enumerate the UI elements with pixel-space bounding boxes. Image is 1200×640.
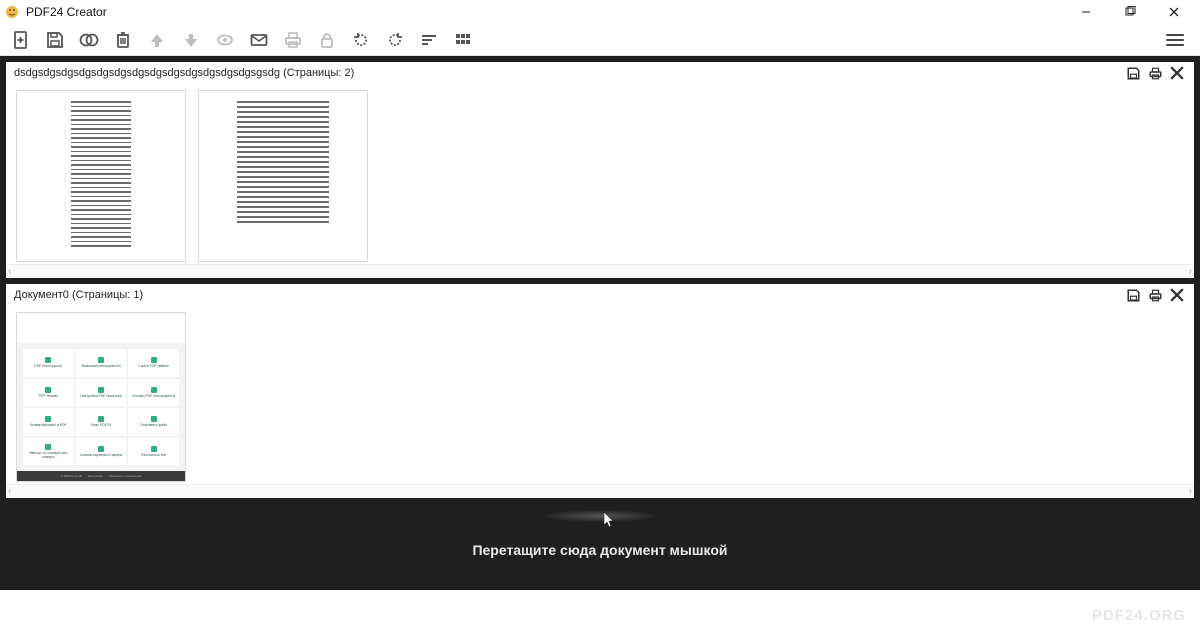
- scroll-left-icon[interactable]: ‹: [8, 486, 11, 497]
- horizontal-scrollbar[interactable]: ‹ ›: [6, 484, 1194, 498]
- doc-save-button[interactable]: [1124, 286, 1142, 304]
- document-header: dsdgsdgsdgsdgsdgsdgsdgsdgsdgsdgsdgsdgsdg…: [6, 62, 1194, 84]
- launcher-grid: PDF Конструктор Файловые инструменты Сжа…: [17, 343, 185, 471]
- page-thumbnail[interactable]: [198, 90, 368, 262]
- maximize-button[interactable]: [1108, 0, 1152, 24]
- merge-button[interactable]: [74, 26, 104, 54]
- close-button[interactable]: [1152, 0, 1196, 24]
- drop-zone-text: Перетащите сюда документ мышкой: [472, 542, 727, 558]
- delete-button[interactable]: [108, 26, 138, 54]
- watermark: PDF24.ORG: [1092, 607, 1186, 624]
- doc-print-button[interactable]: [1146, 64, 1164, 82]
- menu-button[interactable]: [1166, 26, 1190, 54]
- grid-button[interactable]: [448, 26, 478, 54]
- doc-close-button[interactable]: [1168, 64, 1186, 82]
- document-title: dsdgsdgsdgsdgsdgsdgsdgsdgsdgsdgsdgsdgsdg…: [14, 67, 354, 79]
- move-up-button[interactable]: [142, 26, 172, 54]
- document-viewport: PDF Конструктор Файловые инструменты Сжа…: [6, 306, 1194, 484]
- doc-save-button[interactable]: [1124, 64, 1142, 82]
- app-icon: [4, 4, 20, 20]
- document-header: Документ0 (Страницы: 1): [6, 284, 1194, 306]
- app-title: PDF24 Creator: [26, 5, 107, 19]
- lock-button[interactable]: [312, 26, 342, 54]
- doc-close-button[interactable]: [1168, 286, 1186, 304]
- doc-print-button[interactable]: [1146, 286, 1164, 304]
- titlebar: PDF24 Creator: [0, 0, 1200, 24]
- save-button[interactable]: [40, 26, 70, 54]
- scroll-left-icon[interactable]: ‹: [8, 266, 11, 277]
- preview-button[interactable]: [210, 26, 240, 54]
- print-button[interactable]: [278, 26, 308, 54]
- window-controls: [1064, 0, 1196, 24]
- workspace: dsdgsdgsdgsdgsdgsdgsdgsdgsdgsdgsdgsdgsdg…: [0, 56, 1200, 510]
- sort-button[interactable]: [414, 26, 444, 54]
- move-down-button[interactable]: [176, 26, 206, 54]
- horizontal-scrollbar[interactable]: ‹ ›: [6, 264, 1194, 278]
- scroll-right-icon[interactable]: ›: [1189, 486, 1192, 497]
- new-file-button[interactable]: [6, 26, 36, 54]
- drop-zone[interactable]: Перетащите сюда документ мышкой: [0, 510, 1200, 590]
- rotate-left-button[interactable]: [346, 26, 376, 54]
- document-title: Документ0 (Страницы: 1): [14, 289, 143, 301]
- page-thumbnail[interactable]: PDF Конструктор Файловые инструменты Сжа…: [16, 312, 186, 482]
- toolbar: [0, 24, 1200, 56]
- page-thumbnail[interactable]: [16, 90, 186, 262]
- mail-button[interactable]: [244, 26, 274, 54]
- document-panel[interactable]: dsdgsdgsdgsdgsdgsdgsdgsdgsdgsdgsdgsdgsdg…: [6, 62, 1194, 278]
- minimize-button[interactable]: [1064, 0, 1108, 24]
- footer: PDF24.ORG: [0, 590, 1200, 632]
- rotate-right-button[interactable]: [380, 26, 410, 54]
- scroll-right-icon[interactable]: ›: [1189, 266, 1192, 277]
- document-panel[interactable]: Документ0 (Страницы: 1) PDF Конструктор: [6, 284, 1194, 498]
- document-viewport: [6, 84, 1194, 264]
